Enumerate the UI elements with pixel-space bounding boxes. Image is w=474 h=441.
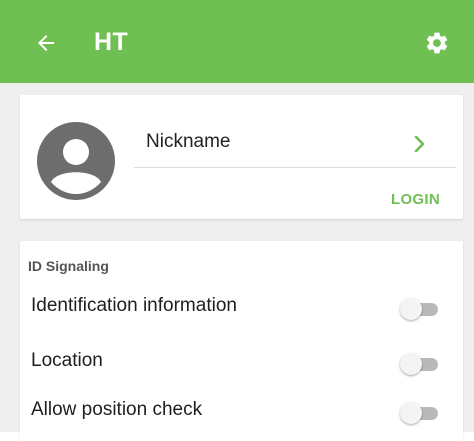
profile-card: Nickname LOGIN bbox=[20, 95, 463, 219]
gear-icon bbox=[426, 32, 448, 54]
section-header: ID Signaling bbox=[28, 258, 109, 274]
toggle-thumb bbox=[400, 402, 422, 424]
content-area: Nickname LOGIN ID Signaling Identificati… bbox=[0, 83, 474, 441]
settings-button[interactable] bbox=[420, 26, 454, 60]
setting-row-location: Location bbox=[20, 342, 463, 382]
identification-information-toggle[interactable] bbox=[400, 298, 440, 320]
toggle-thumb bbox=[400, 353, 422, 375]
setting-label: Location bbox=[31, 350, 103, 371]
divider bbox=[134, 167, 456, 168]
arrow-left-icon bbox=[38, 35, 54, 51]
app-bar: HT bbox=[0, 0, 474, 83]
toggle-thumb bbox=[400, 298, 422, 320]
account-circle-icon bbox=[37, 122, 115, 200]
setting-row-allow-position-check: Allow position check bbox=[20, 391, 463, 431]
setting-label: Allow position check bbox=[31, 399, 203, 420]
login-button[interactable]: LOGIN bbox=[391, 191, 440, 208]
page-title: HT bbox=[94, 28, 129, 56]
location-toggle[interactable] bbox=[400, 353, 440, 375]
chevron-right-icon[interactable] bbox=[412, 134, 428, 154]
id-signaling-card: ID Signaling Identification information … bbox=[20, 241, 463, 441]
setting-row-identification-information: Identification information bbox=[20, 287, 463, 327]
allow-position-check-toggle[interactable] bbox=[400, 402, 440, 424]
setting-label: Identification information bbox=[31, 295, 237, 316]
back-button[interactable] bbox=[30, 27, 62, 59]
nickname-label: Nickname bbox=[146, 131, 231, 152]
